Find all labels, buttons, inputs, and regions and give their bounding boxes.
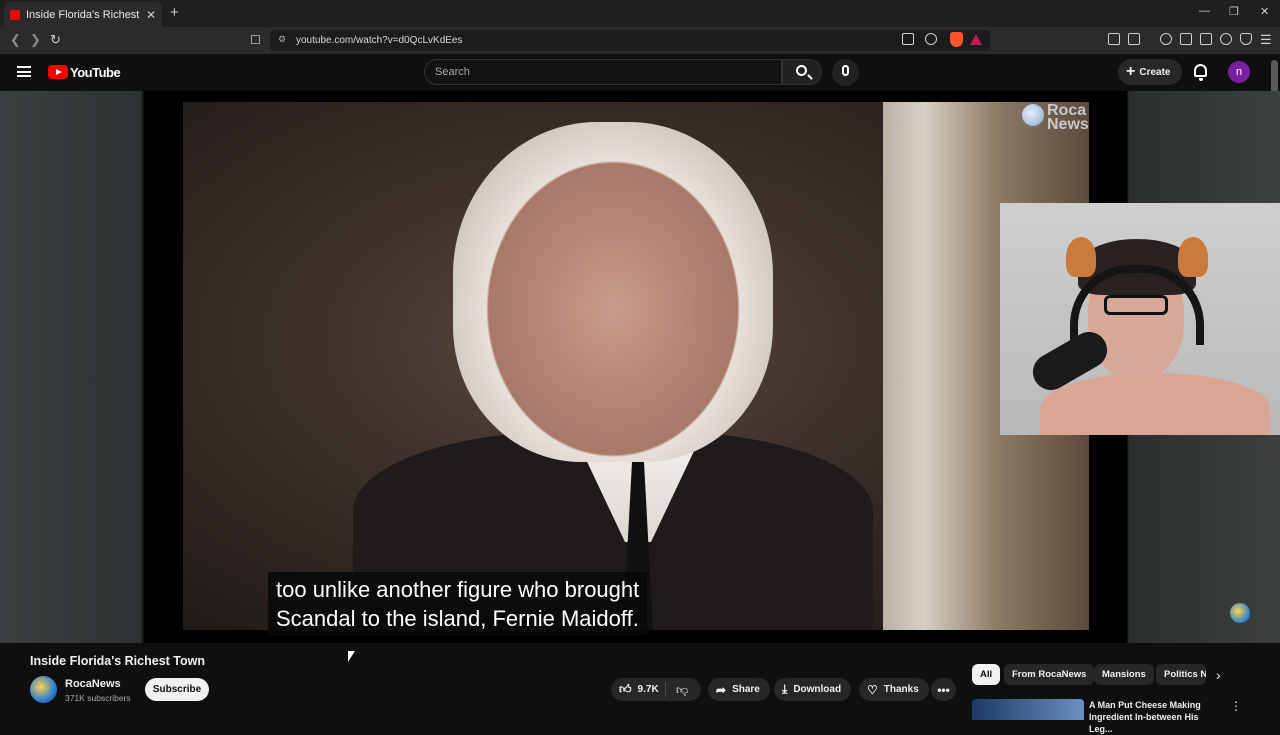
share-page-icon[interactable] [925,33,937,45]
streamer-body [1040,373,1270,435]
download-button[interactable]: ⤓ Download [774,678,852,701]
download-icon: ⤓ [782,682,788,696]
browser-tab-strip: Inside Florida's Richest Town - Y ✕ + — … [0,0,1280,27]
mouse-cursor-icon [348,651,355,662]
leo-ai-icon[interactable] [1220,33,1232,45]
person-head [453,122,773,462]
back-icon[interactable]: ❮ [10,32,21,48]
chip-next-arrow-icon[interactable]: › [1216,667,1221,683]
wallet-icon[interactable] [1200,33,1212,45]
like-dislike-divider [665,682,666,697]
chip-mansions[interactable]: Mansions [1094,664,1154,685]
youtube-favicon-icon [10,9,20,20]
chip-politics[interactable]: Politics N [1156,664,1206,685]
globe-logo-icon [1022,104,1044,126]
tab-title: Inside Florida's Richest Town - Y [26,8,142,21]
channel-avatar[interactable] [30,676,57,703]
microphone-icon [842,65,849,76]
share-icon: ➦ [716,682,727,697]
subscriber-count: 371K subscribers [65,693,131,703]
browser-tab[interactable]: Inside Florida's Richest Town - Y ✕ [4,2,162,27]
screenshot-icon[interactable] [1128,33,1140,45]
right-dog-ear [1178,237,1208,277]
caption-line-2: Scandal to the island, Fernie Maidoff. [276,606,639,631]
vpn-icon[interactable] [1240,33,1252,45]
search-button[interactable] [782,59,822,85]
notifications-bell-icon[interactable] [1194,64,1207,81]
chip-all[interactable]: All [972,664,1001,685]
tab-close-icon[interactable]: ✕ [146,8,156,22]
download-label: Download [793,684,842,695]
caption-line-1: too unlike another figure who brought [276,577,640,602]
site-info-icon[interactable]: ⚙ [278,34,286,45]
window-close-button[interactable]: ✕ [1260,5,1269,18]
window-maximize-button[interactable]: ❐ [1229,5,1239,18]
search-icon [796,65,807,76]
video-frame [183,102,1089,630]
extensions-icon[interactable] [1108,33,1120,45]
webcam-overlay [1000,203,1280,435]
plus-icon: + [1126,63,1136,80]
browser-address-bar: ❮ ❯ ↻ ☐ ⚙ youtube.com/watch?v=d0QcLvKdEe… [0,27,1280,54]
guide-menu-icon[interactable] [17,66,31,77]
menu-icon[interactable]: ☰ [1260,32,1272,48]
like-count: 9.7K [637,684,659,695]
brave-rewards-icon[interactable] [970,34,982,45]
music-icon[interactable] [1160,33,1172,45]
create-label: Create [1139,66,1171,78]
youtube-logo-text[interactable]: YouTube [70,65,121,80]
rocanews-watermark: Roca News [1022,103,1089,133]
left-dog-ear [1066,237,1096,277]
recommended-video-menu-icon[interactable]: ⋮ [1230,699,1242,713]
youtube-logo-icon[interactable] [48,65,68,79]
recommended-video-title[interactable]: A Man Put Cheese Making Ingredient In-be… [1089,699,1219,735]
search-placeholder: Search [435,66,470,78]
chip-from-rocanews[interactable]: From RocaNews [1004,664,1095,685]
url-field[interactable]: ⚙ youtube.com/watch?v=d0QcLvKdEes [270,30,990,51]
share-button[interactable]: ➦ Share [708,678,770,701]
thanks-button[interactable]: ♡ Thanks [859,678,929,701]
video-caption: too unlike another figure who brought Sc… [268,572,648,636]
watermark-line2: News [1047,115,1089,133]
create-button[interactable]: + Create [1118,59,1182,85]
cast-icon[interactable] [902,33,914,45]
thumbs-up-icon: 👍︎ [619,682,632,696]
video-info-section: Inside Florida's Richest Town RocaNews 3… [0,643,1280,734]
sidebar-icon[interactable] [1180,33,1192,45]
more-actions-button[interactable]: ••• [931,678,956,701]
channel-name[interactable]: RocaNews [65,678,121,690]
brave-shields-icon[interactable] [950,32,963,47]
subscribe-button[interactable]: Subscribe [145,678,209,701]
thumbs-down-icon[interactable]: 👎︎ [676,683,688,698]
reload-icon[interactable]: ↻ [50,32,61,48]
forward-icon[interactable]: ❯ [30,32,41,48]
thanks-icon: ♡ [867,682,878,697]
youtube-header: YouTube Search + Create n [0,54,1280,91]
new-tab-button[interactable]: + [170,4,179,21]
voice-search-button[interactable] [832,59,859,86]
share-label: Share [732,684,760,695]
search-input[interactable]: Search [424,59,782,85]
thanks-label: Thanks [883,684,919,695]
account-avatar[interactable]: n [1228,61,1250,83]
recommended-video-thumbnail[interactable] [972,699,1084,720]
video-title: Inside Florida's Richest Town [30,654,205,668]
window-minimize-button[interactable]: — [1199,5,1210,17]
bookmark-icon[interactable]: ☐ [250,33,261,47]
url-text: youtube.com/watch?v=d0QcLvKdEes [296,35,463,46]
channel-watermark-icon[interactable] [1230,603,1250,623]
glasses [1104,295,1168,315]
